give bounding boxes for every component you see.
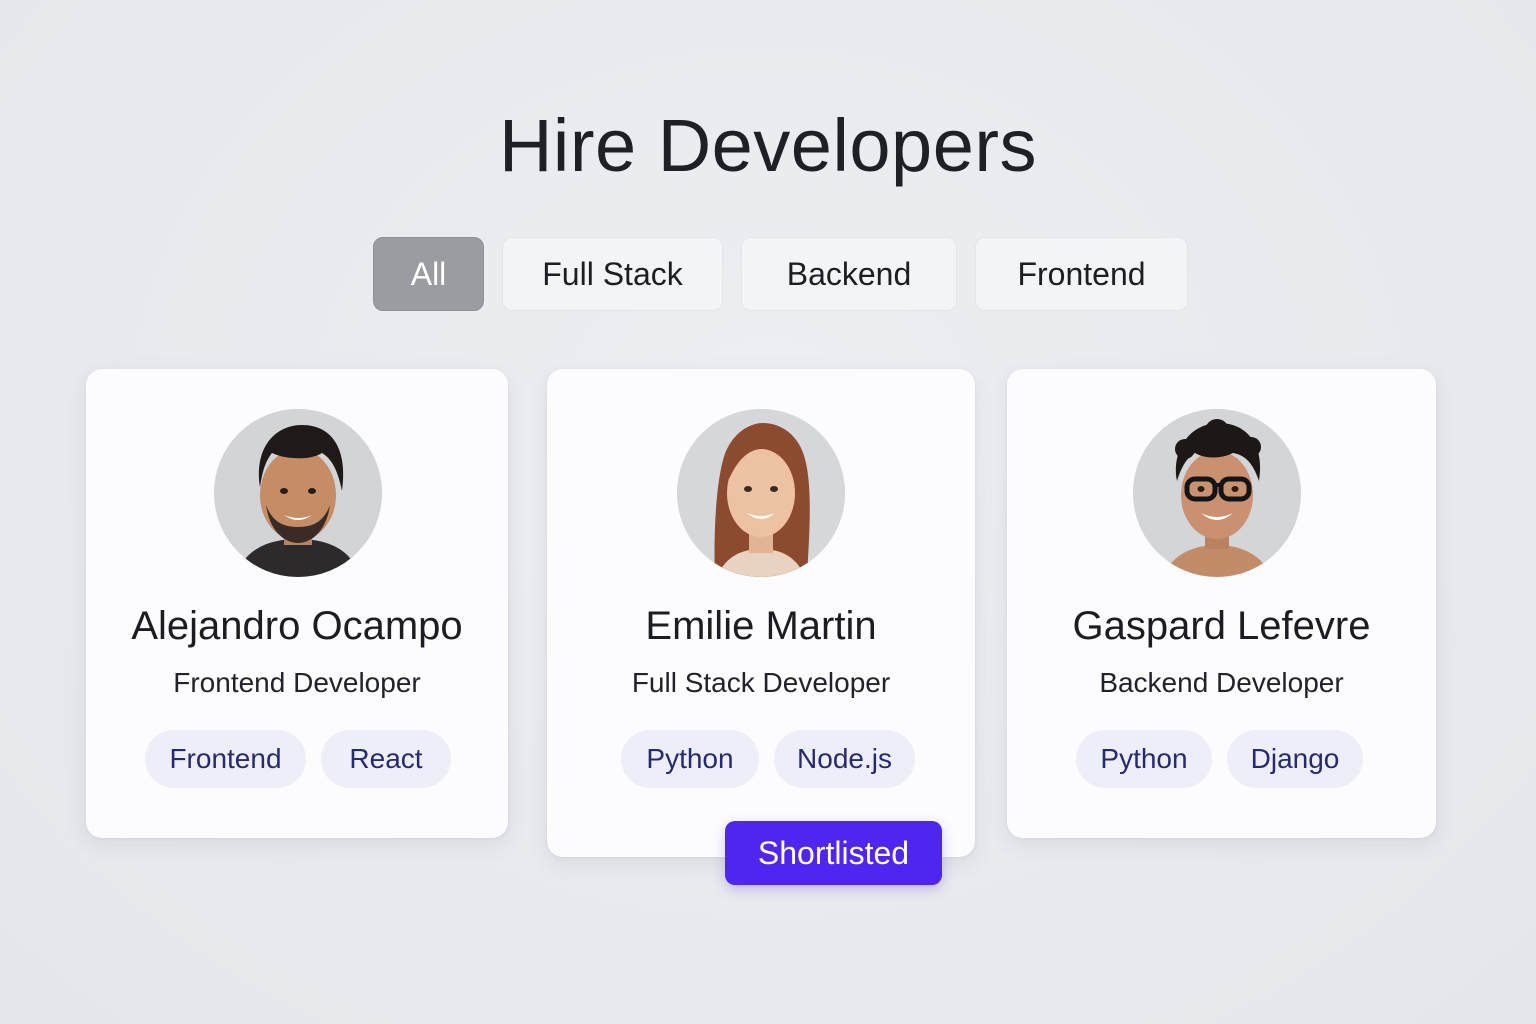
filter-frontend-button[interactable]: Frontend [975,237,1188,311]
developer-card[interactable]: Emilie Martin Full Stack Developer Pytho… [547,369,975,857]
avatar-woman-icon [677,409,845,577]
developer-role: Frontend Developer [173,667,421,698]
developer-name: Alejandro Ocampo [131,604,463,648]
skill-tag: Node.js [774,730,915,788]
filter-all-button[interactable]: All [373,237,484,311]
skill-tag: Python [621,730,759,788]
filter-backend-button[interactable]: Backend [741,237,957,311]
avatar-man-glasses-icon [1133,409,1301,577]
developer-name: Emilie Martin [645,604,877,648]
developer-card[interactable]: Gaspard Lefevre Backend Developer Python… [1007,369,1436,838]
skill-tag: Frontend [145,730,306,788]
page-title: Hire Developers [498,104,1038,187]
developer-role: Full Stack Developer [631,667,891,698]
developer-role: Backend Developer [1099,667,1344,698]
skill-tag: Python [1076,730,1212,788]
developer-name: Gaspard Lefevre [1072,604,1371,648]
shortlisted-badge[interactable]: Shortlisted [725,821,942,885]
skill-tag: Django [1227,730,1363,788]
skill-tag: React [321,730,451,788]
filter-full-stack-button[interactable]: Full Stack [502,237,723,311]
filter-bar: All Full Stack Backend Frontend [0,237,1536,311]
avatar-man-beard-icon [214,409,382,577]
developer-card[interactable]: Alejandro Ocampo Frontend Developer Fron… [86,369,508,838]
